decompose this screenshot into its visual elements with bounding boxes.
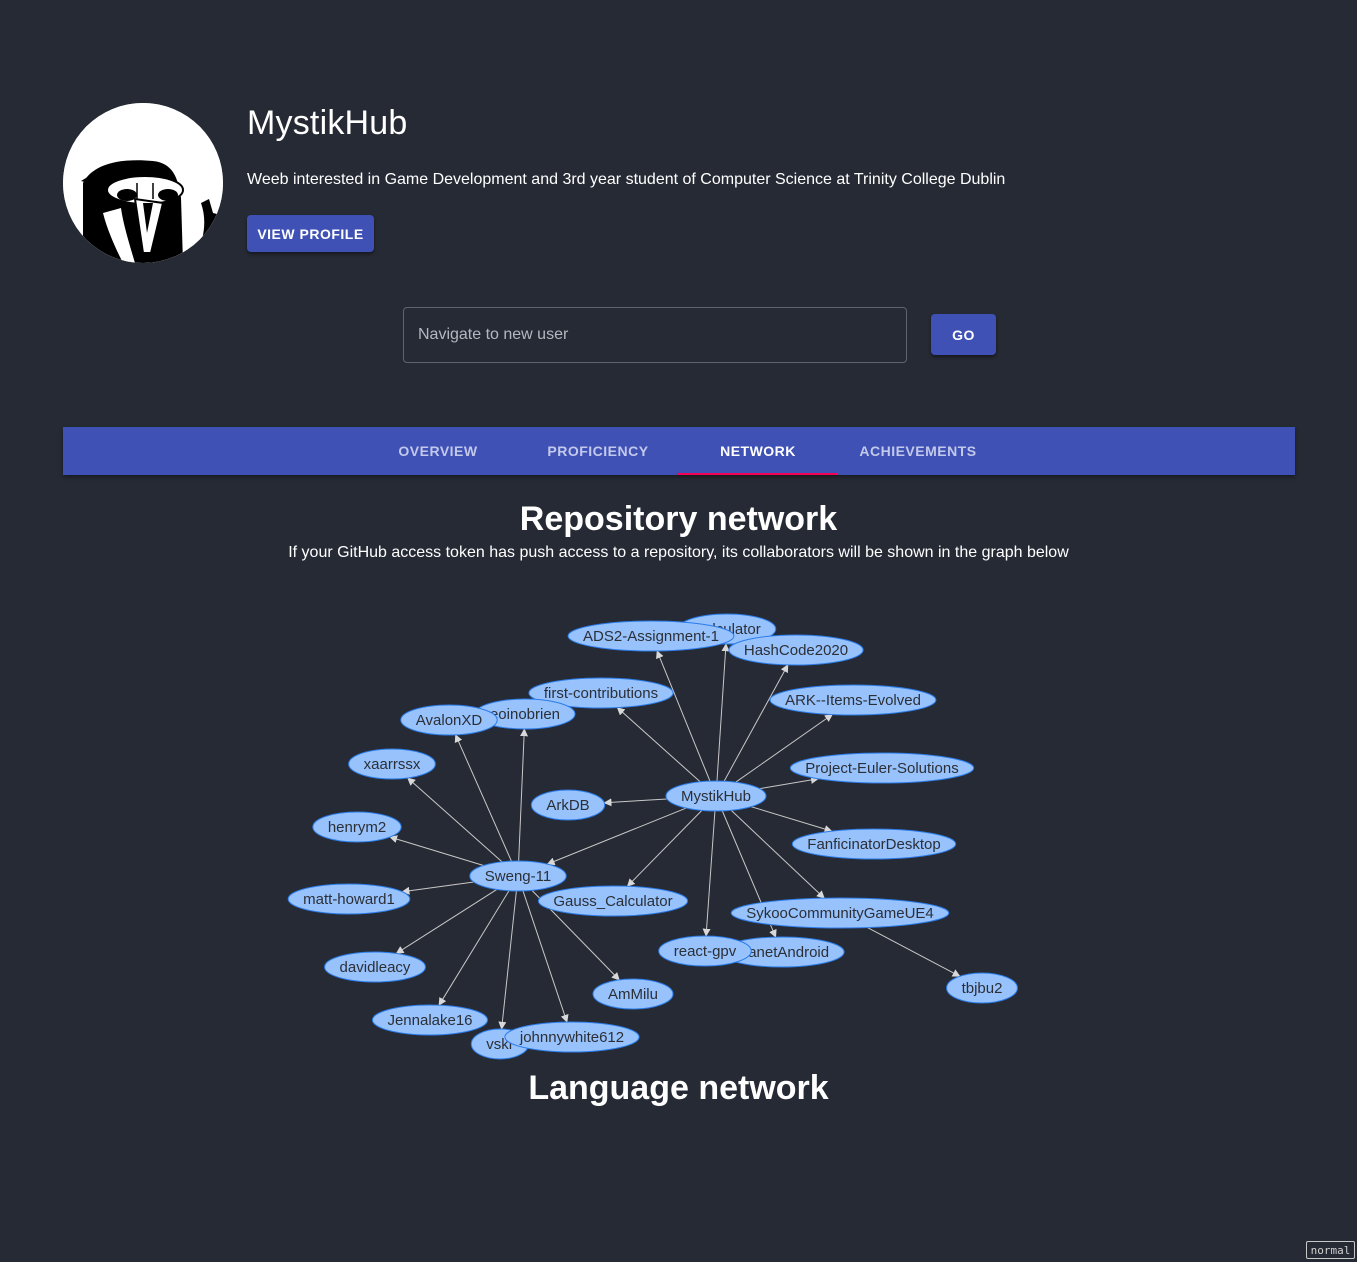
graph-node-fanficinatordesktop[interactable]: FanficinatorDesktop xyxy=(791,828,957,860)
avatar xyxy=(63,103,223,263)
user-bio: Weeb interested in Game Development and … xyxy=(247,171,1006,188)
graph-node-label: tbjbu2 xyxy=(962,980,1003,997)
graph-node-label: eoinobrien xyxy=(490,706,560,723)
graph-node-label: ADS2-Assignment-1 xyxy=(583,628,719,645)
graph-node-label: ARK--Items-Evolved xyxy=(785,692,921,709)
graph-edge-mystik-euler xyxy=(759,776,819,790)
graph-node-arkdb[interactable]: ArkDB xyxy=(530,789,606,821)
graph-edge-sweng-david xyxy=(395,889,498,954)
graph-node-label: davidleacy xyxy=(340,959,411,976)
graph-node-jennalake16[interactable]: Jennalake16 xyxy=(371,1004,489,1036)
graph-node-hashcode2020[interactable]: HashCode2020 xyxy=(728,634,864,666)
graph-node-label: johnnywhite612 xyxy=(519,1029,624,1046)
user-name: MystikHub xyxy=(247,104,408,142)
graph-node-label: matt-howard1 xyxy=(303,891,395,908)
graph-edge-mystik-fanfic xyxy=(750,806,833,833)
graph-edge-mystik-calc xyxy=(716,643,730,782)
graph-node-label: Sweng-11 xyxy=(485,868,551,885)
graph-edge-sweng-vskr xyxy=(498,890,517,1030)
navigate-user-field xyxy=(403,307,907,363)
view-profile-button[interactable]: VIEW PROFILE xyxy=(247,215,374,252)
graph-node-ark-items-evolved[interactable]: ARK--Items-Evolved xyxy=(769,684,937,716)
graph-edge-mystik-ads2 xyxy=(656,650,711,782)
tab-network[interactable]: NETWORK xyxy=(678,427,838,475)
tab-overview[interactable]: OVERVIEW xyxy=(358,427,518,475)
graph-node-label: FanficinatorDesktop xyxy=(807,836,940,853)
graph-node-henrym2[interactable]: henrym2 xyxy=(312,811,402,843)
navigate-user-input[interactable] xyxy=(404,308,906,362)
graph-node-label: AmMilu xyxy=(608,986,658,1003)
graph-node-ammilu[interactable]: AmMilu xyxy=(592,978,674,1010)
graph-node-davidleacy[interactable]: davidleacy xyxy=(324,951,426,983)
graph-edge-sweng-eoin xyxy=(518,728,529,862)
graph-edge-sykoo-tbj xyxy=(867,927,961,977)
graph-node-react-gpv[interactable]: react-gpv xyxy=(658,935,752,967)
graph-node-label: MystikHub xyxy=(681,788,751,805)
graph-edge-mystik-react xyxy=(702,810,716,937)
owl-avatar-icon xyxy=(63,103,223,263)
repository-network-subtitle: If your GitHub access token has push acc… xyxy=(288,544,1069,561)
graph-node-ads2-assignment-1[interactable]: ADS2-Assignment-1 xyxy=(567,620,735,652)
graph-edge-sweng-jenna xyxy=(438,890,510,1006)
graph-node-label: HashCode2020 xyxy=(744,642,848,659)
graph-edge-mystik-hash xyxy=(723,664,789,782)
graph-node-xaarrssx[interactable]: xaarrssx xyxy=(348,748,436,780)
graph-node-mystikhub[interactable]: MystikHub xyxy=(665,780,767,812)
graph-node-project-euler-solutions[interactable]: Project-Euler-Solutions xyxy=(789,752,975,784)
graph-node-label: first-contributions xyxy=(544,685,658,702)
graph-edge-sweng-matt xyxy=(401,881,474,895)
graph-node-label: henrym2 xyxy=(328,819,386,836)
graph-node-label: AvalonXD xyxy=(416,712,483,729)
tab-bar: OVERVIEW PROFICIENCY NETWORK ACHIEVEMENT… xyxy=(63,427,1295,475)
graph-node-gauss-calculator[interactable]: Gauss_Calculator xyxy=(537,885,689,917)
graph-node-johnnywhite612[interactable]: johnnywhite612 xyxy=(504,1021,640,1053)
tab-proficiency[interactable]: PROFICIENCY xyxy=(518,427,678,475)
graph-edge-sweng-xaar xyxy=(407,777,503,863)
graph-edge-mystik-first xyxy=(616,707,701,783)
tab-achievements[interactable]: ACHIEVEMENTS xyxy=(838,427,998,475)
graph-edge-sweng-henry xyxy=(389,835,484,866)
graph-node-label: Jennalake16 xyxy=(387,1012,472,1029)
graph-node-label: Gauss_Calculator xyxy=(553,893,672,910)
graph-edge-mystik-sykoo xyxy=(730,809,825,899)
graph-node-tbjbu2[interactable]: tbjbu2 xyxy=(946,972,1018,1004)
graph-node-label: ArkDB xyxy=(546,797,589,814)
graph-node-label: xaarrssx xyxy=(364,756,421,773)
language-network-title: Language network xyxy=(528,1069,829,1107)
graph-node-label: Project-Euler-Solutions xyxy=(805,760,958,777)
graph-node-sykoocommunitygameue4[interactable]: SykooCommunityGameUE4 xyxy=(730,897,950,929)
graph-edge-mystik-gauss xyxy=(626,810,703,887)
graph-node-sweng-11[interactable]: Sweng-11 xyxy=(469,860,567,892)
graph-node-label: react-gpv xyxy=(674,943,737,960)
graph-edge-sweng-avalon xyxy=(454,734,512,862)
repository-network-title: Repository network xyxy=(519,500,838,538)
go-button[interactable]: GO xyxy=(931,314,996,355)
mode-badge: normal xyxy=(1306,1241,1355,1259)
graph-edge-mystik-arkdb xyxy=(603,798,668,807)
graph-node-label: SykooCommunityGameUE4 xyxy=(746,905,934,922)
graph-node-avalonxd[interactable]: AvalonXD xyxy=(400,704,498,736)
graph-node-matt-howard1[interactable]: matt-howard1 xyxy=(287,883,411,915)
